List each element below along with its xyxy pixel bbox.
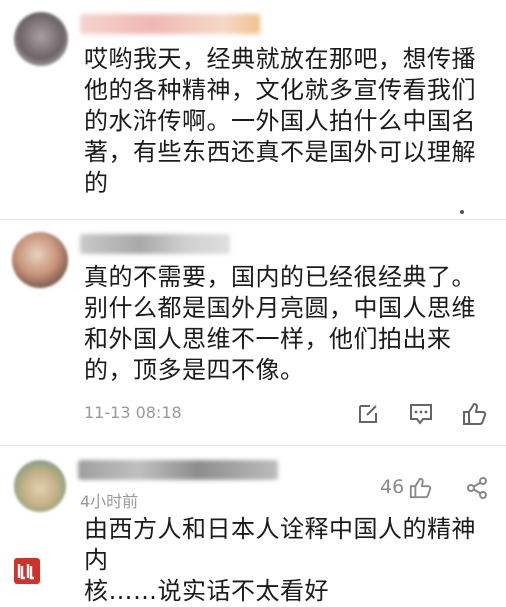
- comment-text: 哎哟我天，经典就放在那吧，想传播 他的各种精神，文化就多宣传看我们 的水浒传啊。…: [84, 45, 476, 197]
- thumb-up-icon[interactable]: [408, 476, 432, 500]
- comment-2: 真的不需要，国内的已经很经典了。 别什么都是国外月亮圆，中国人思维 和外国人思维…: [0, 220, 506, 445]
- avatar[interactable]: [12, 232, 68, 288]
- logo-icon: [14, 558, 40, 584]
- comment-1: 哎哟我天，经典就放在那吧，想传播 他的各种精神，文化就多宣传看我们 的水浒传啊。…: [0, 0, 506, 215]
- username-blurred[interactable]: [80, 234, 230, 254]
- username-blurred[interactable]: [78, 460, 278, 480]
- thumb-up-icon[interactable]: [461, 401, 487, 427]
- edit-icon[interactable]: [356, 402, 380, 426]
- avatar[interactable]: [14, 12, 68, 66]
- share-icon[interactable]: [466, 476, 488, 500]
- username-blurred[interactable]: [80, 14, 260, 34]
- comment-3: 4小时前 46 由西方人和日本人诠释中国人的精神内 核……说实话不太看好: [0, 446, 506, 605]
- comment-fold-dots: [460, 210, 464, 214]
- comment-icon[interactable]: [408, 402, 434, 426]
- comment-text: 由西方人和日本人诠释中国人的精神内 核……说实话不太看好: [84, 515, 476, 605]
- comment-time: 4小时前: [80, 492, 139, 511]
- comment-text: 真的不需要，国内的已经很经典了。 别什么都是国外月亮圆，中国人思维 和外国人思维…: [84, 263, 476, 384]
- avatar[interactable]: [14, 460, 66, 512]
- like-count: 46: [380, 476, 405, 498]
- comment-time: 11-13 08:18: [84, 403, 182, 422]
